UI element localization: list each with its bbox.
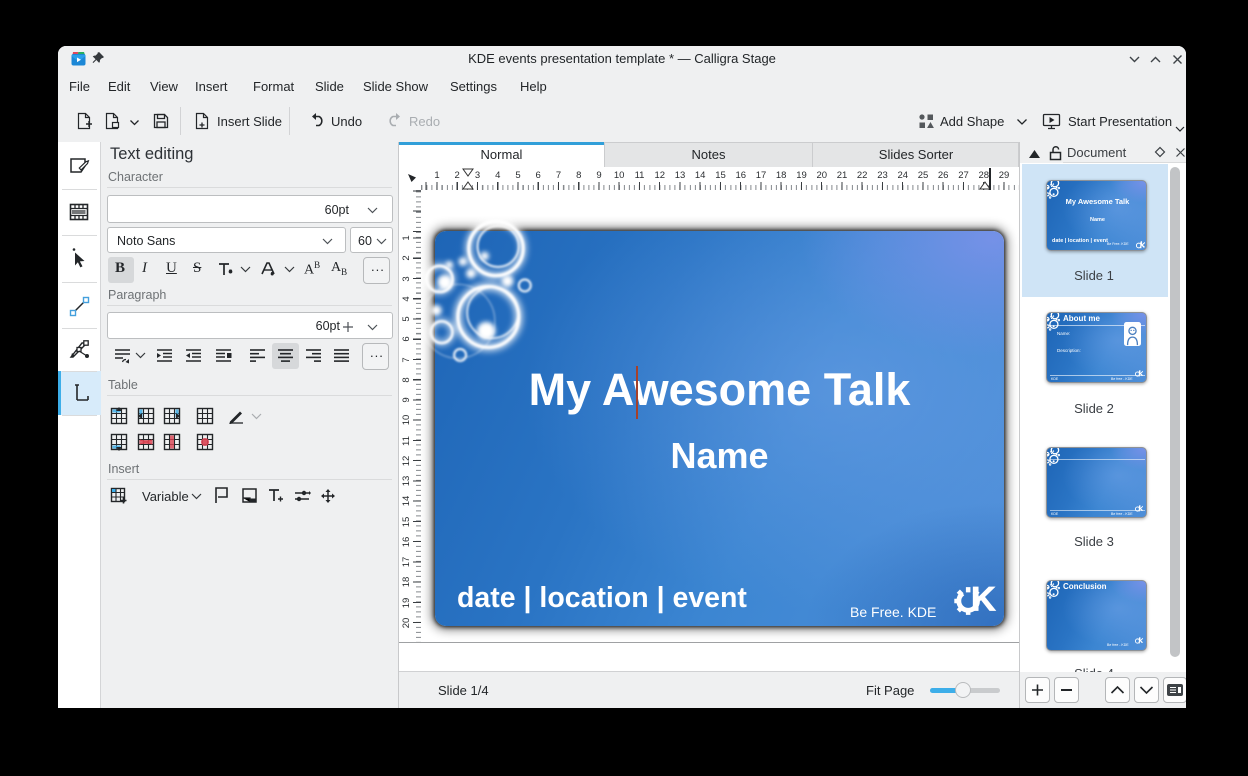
svg-text:K: K [971,580,996,617]
